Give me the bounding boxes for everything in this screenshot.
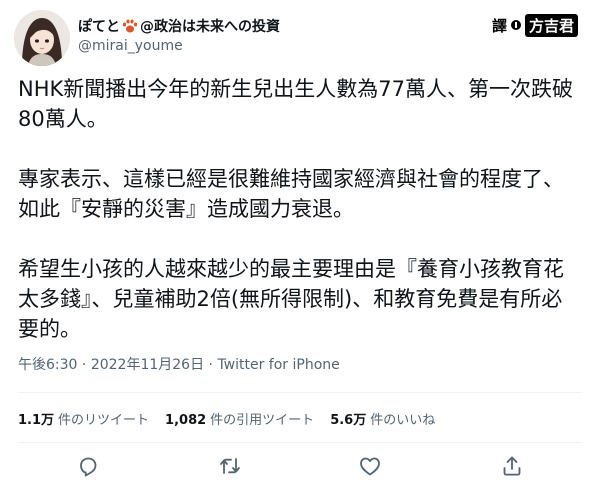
meta-separator: ·	[204, 357, 218, 373]
quotes-stat[interactable]: 1,082 件の引用ツイート	[165, 409, 314, 428]
display-name-part1: ぽてと	[78, 19, 120, 35]
retweets-label: 件のリツイート	[58, 413, 150, 428]
quotes-count: 1,082	[165, 413, 207, 428]
tweet-stats: 1.1万 件のリツイート 1,082 件の引用ツイート 5.6万 件のいいね	[18, 409, 451, 428]
tweet-paragraph: 專家表示、這樣已經是很難維持國家經濟與社會的程度了、如此『安靜的災害』造成國力衰…	[18, 167, 564, 221]
display-name[interactable]: ぽてと @政治は未来への投資	[78, 16, 280, 36]
translator-badge-prefix: 譯	[492, 16, 508, 35]
heart-icon[interactable]	[358, 454, 382, 478]
retweets-stat[interactable]: 1.1万 件のリツイート	[18, 409, 149, 428]
likes-label: 件のいいね	[370, 413, 436, 428]
likes-count: 5.6万	[330, 413, 367, 428]
paw-icon	[121, 18, 139, 34]
divider	[18, 442, 582, 443]
reply-icon[interactable]	[76, 454, 100, 478]
divider	[18, 392, 582, 393]
action-bar	[0, 450, 598, 482]
likes-stat[interactable]: 5.6万 件のいいね	[330, 409, 435, 428]
meta-separator: ·	[77, 357, 91, 373]
avatar[interactable]	[14, 10, 70, 66]
retweet-icon[interactable]	[218, 454, 242, 478]
translator-name: 方吉君	[525, 13, 579, 37]
tweet-date[interactable]: 2022年11月26日	[91, 357, 204, 373]
share-icon[interactable]	[500, 454, 524, 478]
user-handle[interactable]: @mirai_youme	[78, 38, 183, 54]
tweet-paragraph: 希望生小孩的人越來越少的最主要理由是『養育小孩教育花太多錢』、兒童補助2倍(無所…	[18, 257, 564, 341]
tweet-time[interactable]: 午後6:30	[18, 357, 77, 373]
display-name-part2: @政治は未来への投資	[140, 19, 280, 35]
tweet-paragraph: NHK新聞播出今年的新生兒出生人數為77萬人、第一次跌破80萬人。	[18, 77, 573, 131]
translator-badge: 譯 方吉君	[492, 12, 579, 38]
tweet-source[interactable]: Twitter for iPhone	[217, 357, 339, 373]
badge-separator-icon	[511, 20, 522, 30]
retweets-count: 1.1万	[18, 413, 55, 428]
quotes-label: 件の引用ツイート	[210, 413, 315, 428]
tweet-meta: 午後6:30 · 2022年11月26日 · Twitter for iPhon…	[18, 354, 340, 374]
tweet-text: NHK新聞播出今年的新生兒出生人數為77萬人、第一次跌破80萬人。 專家表示、這…	[18, 74, 583, 344]
